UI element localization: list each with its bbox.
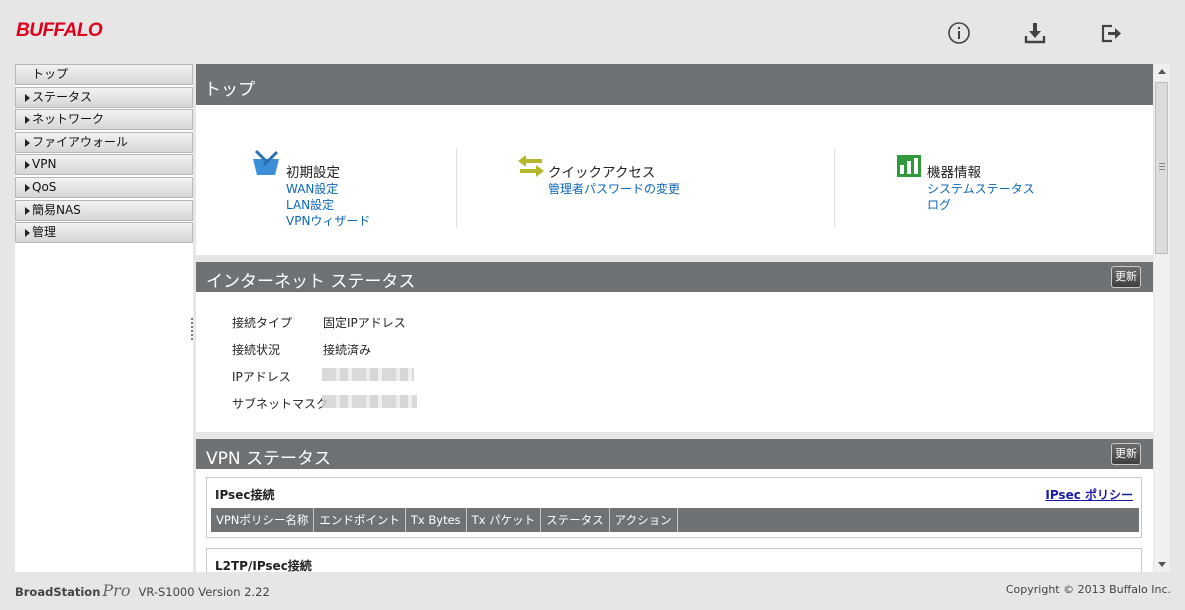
internet-update-button[interactable]: 更新 — [1111, 266, 1141, 288]
vpn-wizard-link[interactable]: VPNウィザード — [286, 213, 370, 229]
lan-settings-link[interactable]: LAN設定 — [286, 197, 370, 213]
status-row-connection-type: 接続タイプ 固定IPアドレス — [232, 314, 406, 331]
status-label: サブネットマスク — [232, 397, 329, 411]
system-status-link[interactable]: システムステータス — [927, 181, 1035, 197]
caret-right-icon — [25, 116, 30, 125]
sidebar-item-label: QoS — [32, 179, 57, 194]
firmware-version: VR-S1000 Version 2.22 — [138, 585, 270, 599]
column-header: Tx Bytes — [406, 508, 467, 532]
vpn-update-button[interactable]: 更新 — [1111, 443, 1141, 465]
ipsec-policy-link[interactable]: IPsec ポリシー — [1045, 486, 1133, 503]
device-info-title: 機器情報 — [927, 165, 981, 181]
divider — [834, 149, 835, 227]
sidebar-item-vpn[interactable]: VPN — [15, 154, 193, 176]
bar-chart-icon — [897, 155, 921, 177]
splitter-handle[interactable] — [191, 318, 193, 340]
ipsec-box: IPsec接続 IPsec ポリシー VPNポリシー名称 エンドポイント Tx … — [206, 477, 1142, 538]
footer-product: BroadStation Pro VR-S1000 Version 2.22 — [15, 581, 270, 600]
quick-panel: 初期設定 WAN設定 LAN設定 VPNウィザード クイックアクセス 管理者パス… — [196, 105, 1153, 255]
status-label: 接続タイプ — [232, 316, 293, 330]
main-content: トップ 初期設定 WAN設定 LAN設定 VPNウィザード クイックアクセス 管… — [196, 64, 1154, 572]
ipsec-table-header: VPNポリシー名称 エンドポイント Tx Bytes Tx パケット ステータス… — [211, 508, 1139, 532]
tools-icon — [253, 149, 279, 175]
vpn-status-title: VPN ステータス — [206, 449, 332, 469]
status-row-subnet-mask: サブネットマスク — [232, 395, 417, 412]
download-icon[interactable] — [1022, 20, 1048, 46]
caret-right-icon — [25, 183, 30, 192]
scroll-down-icon[interactable] — [1158, 562, 1166, 567]
vpn-status-body: IPsec接続 IPsec ポリシー VPNポリシー名称 エンドポイント Tx … — [196, 469, 1153, 572]
status-row-ip-address: IPアドレス — [232, 368, 414, 385]
status-value: 接続済み — [323, 343, 372, 357]
copyright: Copyright © 2013 Buffalo Inc. — [1005, 583, 1171, 596]
sidebar-item-top[interactable]: トップ — [15, 64, 193, 85]
status-row-connection-state: 接続状況 接続済み — [232, 341, 371, 358]
log-link[interactable]: ログ — [927, 197, 1035, 213]
content-scrollbar[interactable] — [1154, 64, 1170, 572]
internet-status-title: インターネット ステータス — [206, 272, 416, 292]
sidebar-item-label: 管理 — [32, 225, 57, 240]
l2tp-title: L2TP/IPsec接続 — [215, 559, 312, 572]
arrows-icon — [518, 155, 544, 177]
sidebar-item-status[interactable]: ステータス — [15, 86, 193, 108]
info-icon[interactable] — [946, 20, 972, 46]
ipsec-title: IPsec接続 — [215, 488, 275, 502]
sidebar-item-label: ステータス — [32, 89, 93, 104]
sidebar-item-firewall[interactable]: ファイアウォール — [15, 131, 193, 153]
vpn-status-header: VPN ステータス 更新 — [196, 439, 1153, 469]
sidebar-item-label: VPN — [32, 157, 57, 172]
top-panel-header: トップ — [196, 64, 1153, 105]
quick-access-title: クイックアクセス — [548, 165, 656, 181]
status-label: IPアドレス — [232, 370, 291, 384]
initial-settings-title: 初期設定 — [286, 165, 340, 181]
internet-status-header: インターネット ステータス 更新 — [196, 262, 1153, 292]
sidebar-item-nas[interactable]: 簡易NAS — [15, 199, 193, 221]
sidebar-item-label: 簡易NAS — [32, 202, 81, 217]
caret-right-icon — [25, 206, 30, 215]
caret-right-icon — [25, 138, 30, 147]
sidebar-item-network[interactable]: ネットワーク — [15, 109, 193, 131]
divider — [456, 149, 457, 227]
product-suffix: Pro — [102, 581, 131, 600]
redacted-ip-value — [322, 368, 414, 381]
admin-password-link[interactable]: 管理者パスワードの変更 — [548, 181, 680, 197]
status-value: 固定IPアドレス — [323, 316, 406, 330]
caret-right-icon — [25, 93, 30, 102]
buffalo-logo: BUFFALO — [16, 20, 103, 41]
sidebar-item-qos[interactable]: QoS — [15, 176, 193, 198]
sidebar-item-label: ファイアウォール — [32, 134, 129, 149]
sidebar-item-label: トップ — [32, 67, 69, 81]
sidebar-item-label: ネットワーク — [32, 112, 105, 127]
column-header: VPNポリシー名称 — [211, 508, 315, 532]
scroll-up-icon[interactable] — [1158, 69, 1166, 74]
caret-right-icon — [25, 229, 30, 238]
column-header: アクション — [610, 508, 678, 532]
page-title: トップ — [204, 80, 255, 100]
redacted-subnet-value — [322, 395, 417, 408]
column-header: Tx パケット — [467, 508, 542, 532]
column-header: エンドポイント — [314, 508, 406, 532]
scrollbar-thumb[interactable] — [1155, 82, 1168, 254]
product-name: BroadStation — [15, 585, 101, 599]
column-header: ステータス — [541, 508, 610, 532]
app-window: BUFFALO トップ ステータス ネットワーク ファイアウォール VPN Qo… — [0, 0, 1185, 610]
sidebar: トップ ステータス ネットワーク ファイアウォール VPN QoS 簡易NAS … — [15, 64, 193, 572]
sidebar-item-admin[interactable]: 管理 — [15, 222, 193, 244]
grip-icon — [1159, 163, 1165, 170]
caret-right-icon — [25, 161, 30, 170]
wan-settings-link[interactable]: WAN設定 — [286, 181, 370, 197]
internet-status-body: 接続タイプ 固定IPアドレス 接続状況 接続済み IPアドレス サブネットマスク — [196, 292, 1153, 432]
l2tp-box: L2TP/IPsec接続 — [206, 548, 1142, 572]
status-label: 接続状況 — [232, 343, 281, 357]
logout-icon[interactable] — [1098, 20, 1124, 46]
